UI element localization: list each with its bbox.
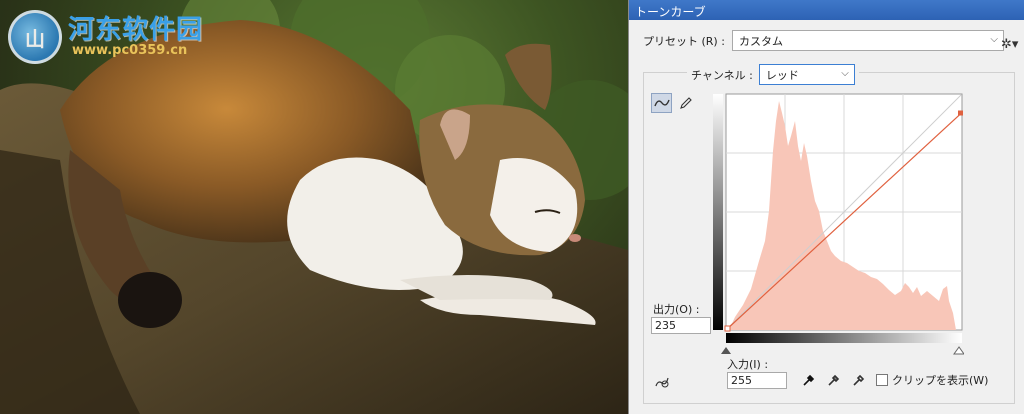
curve-point-black[interactable] [724,325,731,332]
white-point-slider[interactable] [953,346,964,355]
input-field[interactable]: 255 [727,372,787,389]
black-point-slider[interactable] [721,347,731,354]
watermark-title: 河东软件园 [68,14,204,45]
white-eyedropper-icon[interactable] [850,371,868,389]
preset-value: カスタム [739,34,783,48]
black-eyedropper-icon[interactable] [800,371,818,389]
gray-eyedropper-icon[interactable] [825,371,843,389]
curve-tool-icon[interactable] [651,93,672,113]
clipping-row: クリップを表示(W) [876,372,988,388]
preset-label: プリセット (R) : [643,35,725,48]
output-field[interactable]: 235 [651,317,711,334]
curves-dialog: トーンカーブ プリセット (R) : カスタム ⌵ ✲▾ チャンネル : レッド… [628,0,1024,414]
chevron-down-icon: ⌵ [990,34,998,45]
watermark: 山 河东软件园 www.pc0359.cn [8,10,203,64]
watermark-logo: 山 [8,10,62,64]
curve-graph[interactable] [713,91,964,355]
output-gradient-bar [713,94,723,330]
clipping-checkbox[interactable] [876,374,888,386]
chevron-down-icon: ⌵ [841,68,849,79]
output-label: 出力(O) : [653,303,700,316]
gear-icon[interactable]: ✲▾ [1001,37,1018,52]
curve-point-white[interactable] [958,110,963,116]
pencil-icon[interactable] [675,93,696,113]
input-gradient-bar [726,333,962,343]
channel-row: チャンネル : レッド ⌵ [687,64,859,85]
channel-value: レッド [765,68,799,82]
input-label: 入力(I) : [727,358,769,371]
dialog-title[interactable]: トーンカーブ [629,0,1024,20]
on-image-adjust-icon[interactable] [653,374,671,393]
preset-row: プリセット (R) : カスタム ⌵ [643,30,1004,51]
clipping-label: クリップを表示(W) [892,374,989,387]
watermark-url: www.pc0359.cn [72,42,188,58]
preset-select[interactable]: カスタム ⌵ [732,30,1004,51]
channel-label: チャンネル : [691,68,753,82]
photo-preview: 山 河东软件园 www.pc0359.cn [0,0,628,414]
channel-select[interactable]: レッド ⌵ [758,64,855,85]
